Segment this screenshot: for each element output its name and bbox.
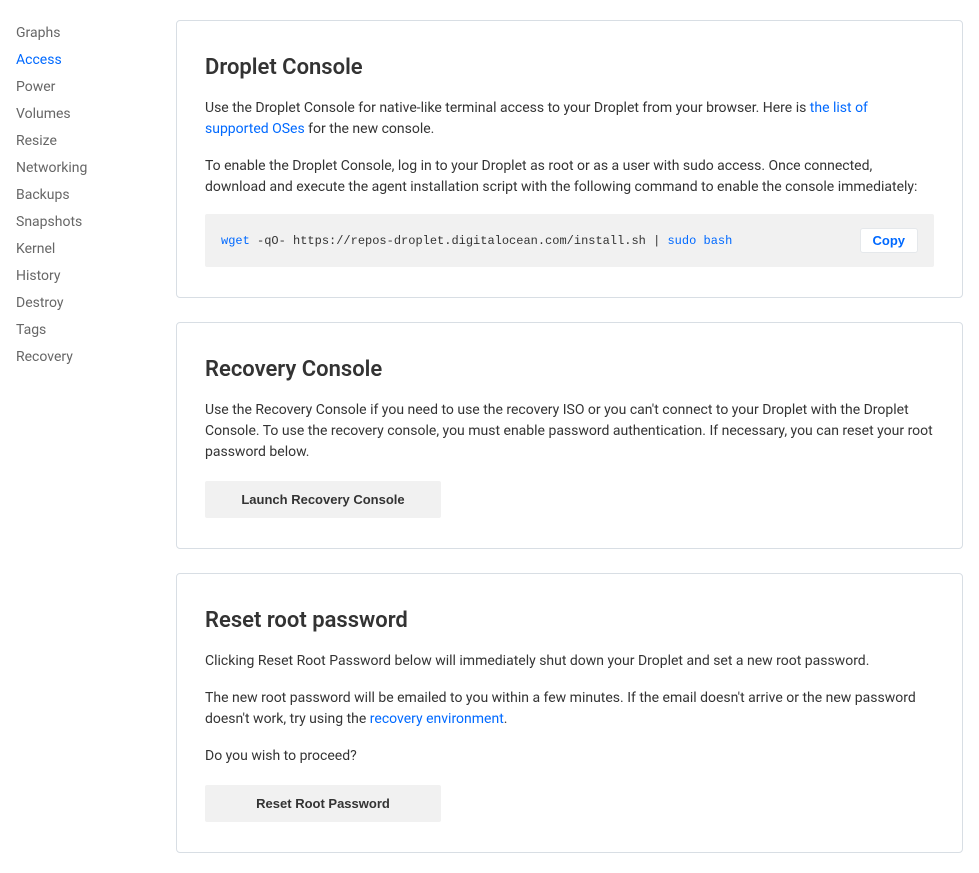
card-recovery-console: Recovery Console Use the Recovery Consol… xyxy=(176,322,963,549)
card-reset-password: Reset root password Clicking Reset Root … xyxy=(176,573,963,853)
sidebar-item-snapshots[interactable]: Snapshots xyxy=(16,209,156,236)
reset-password-desc1: Clicking Reset Root Password below will … xyxy=(205,651,934,672)
sidebar-item-resize[interactable]: Resize xyxy=(16,128,156,155)
launch-recovery-console-button[interactable]: Launch Recovery Console xyxy=(205,481,441,518)
recovery-environment-link[interactable]: recovery environment xyxy=(370,711,504,727)
copy-button[interactable]: Copy xyxy=(860,228,919,253)
code-kw-sudo-bash: sudo bash xyxy=(667,234,732,248)
reset-root-password-button[interactable]: Reset Root Password xyxy=(205,785,441,822)
sidebar-item-backups[interactable]: Backups xyxy=(16,182,156,209)
install-command-text: wget -qO- https://repos-droplet.digitalo… xyxy=(221,232,732,250)
sidebar-nav: Graphs Access Power Volumes Resize Netwo… xyxy=(16,20,156,853)
sidebar-item-volumes[interactable]: Volumes xyxy=(16,101,156,128)
main-content: Droplet Console Use the Droplet Console … xyxy=(176,20,963,853)
recovery-console-desc: Use the Recovery Console if you need to … xyxy=(205,400,934,463)
sidebar-item-history[interactable]: History xyxy=(16,263,156,290)
droplet-console-desc1: Use the Droplet Console for native-like … xyxy=(205,98,934,140)
sidebar-item-recovery[interactable]: Recovery xyxy=(16,344,156,371)
sidebar-item-networking[interactable]: Networking xyxy=(16,155,156,182)
sidebar-item-destroy[interactable]: Destroy xyxy=(16,290,156,317)
code-kw-wget: wget xyxy=(221,234,250,248)
sidebar-item-power[interactable]: Power xyxy=(16,74,156,101)
reset-password-prompt: Do you wish to proceed? xyxy=(205,746,934,767)
sidebar-item-graphs[interactable]: Graphs xyxy=(16,20,156,47)
reset-password-desc2: The new root password will be emailed to… xyxy=(205,688,934,730)
recovery-console-title: Recovery Console xyxy=(205,353,934,386)
sidebar-item-tags[interactable]: Tags xyxy=(16,317,156,344)
droplet-console-desc2: To enable the Droplet Console, log in to… xyxy=(205,156,934,198)
card-droplet-console: Droplet Console Use the Droplet Console … xyxy=(176,20,963,298)
reset-password-title: Reset root password xyxy=(205,604,934,637)
install-command-block: wget -qO- https://repos-droplet.digitalo… xyxy=(205,214,934,267)
sidebar-item-access[interactable]: Access xyxy=(16,47,156,74)
sidebar-item-kernel[interactable]: Kernel xyxy=(16,236,156,263)
droplet-console-title: Droplet Console xyxy=(205,51,934,84)
